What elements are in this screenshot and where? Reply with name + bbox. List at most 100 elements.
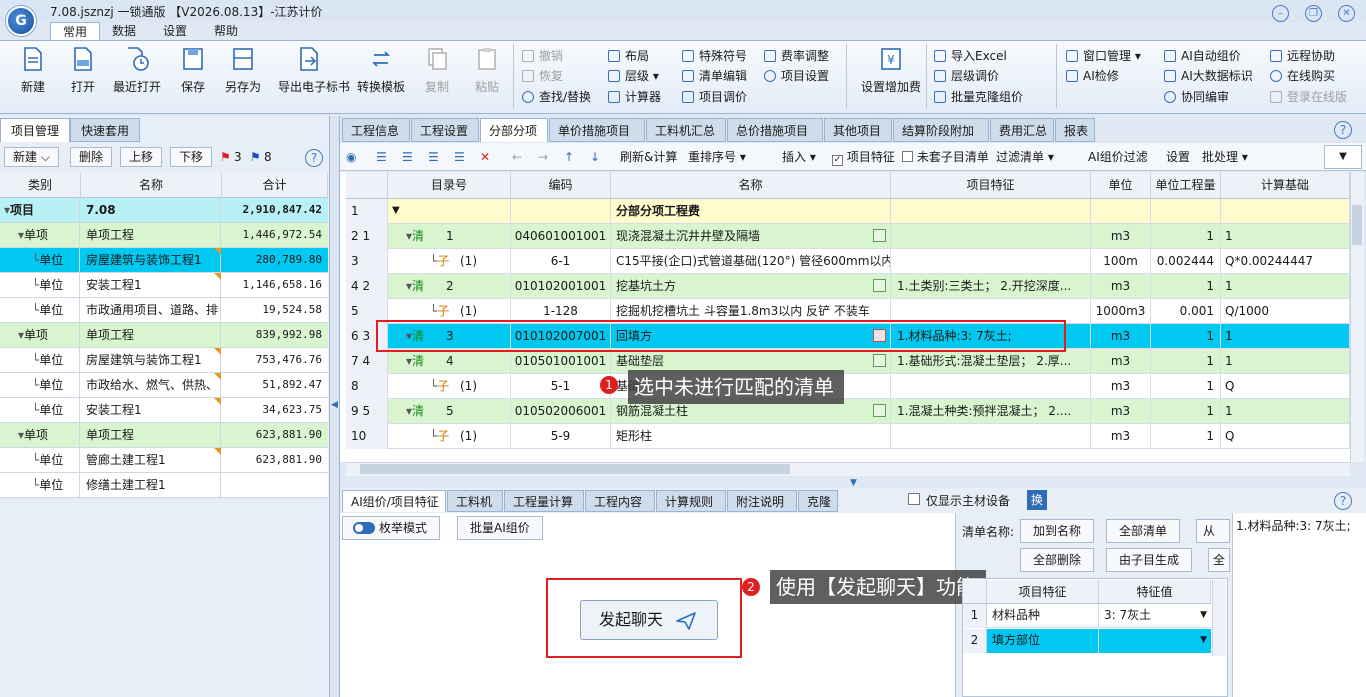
ai-auto-price-button[interactable]: AI自动组价 [1164,47,1241,65]
only-main-material-checkbox[interactable] [908,493,920,505]
main-tab[interactable]: 结算阶段附加 [893,118,989,142]
code-cell[interactable]: 010501001001 [511,349,611,374]
qty-cell[interactable]: 1 [1151,274,1221,299]
calculator-button[interactable]: 计算器 [608,88,661,106]
feature-cell[interactable] [891,424,1091,449]
special-symbol-button[interactable]: 特殊符号 [682,47,747,65]
unit-cell[interactable]: m3 [1091,224,1151,249]
batch-clone-button[interactable]: 批量克隆组价 [934,88,1023,106]
col-header-dir[interactable]: 目录号 [388,172,511,199]
unit-cell[interactable]: m3 [1091,324,1151,349]
col-header-unit[interactable]: 单位 [1091,172,1151,199]
match-status-icon[interactable] [873,404,886,417]
bottom-tab[interactable]: 工程内容 [585,490,655,512]
unit-cell[interactable]: m3 [1091,349,1151,374]
grid-row[interactable]: 9 5 ▾清 5 010502006001 钢筋混凝土柱 1.混凝土种类:预拌混凝土； … [346,399,1350,424]
row-number[interactable]: 4 2 [346,274,388,299]
indent-icon[interactable]: ☰ [376,149,387,165]
menu-tab-common[interactable]: 常用 [50,22,101,40]
row-number[interactable]: 10 [346,424,388,449]
help-icon[interactable]: ? [1334,121,1352,139]
tree-row[interactable]: └单位 市政通用项目、道路、排 19,524.58 [0,298,328,323]
base-cell[interactable]: 1 [1221,224,1350,249]
red-flag-icon[interactable]: ⚑ [220,150,231,164]
qty-cell[interactable]: 0.002444 [1151,249,1221,274]
row-number[interactable]: 1 [346,199,388,224]
col-header-qty[interactable]: 单位工程量 [1151,172,1221,199]
main-tab[interactable]: 单价措施项目 [549,118,645,142]
import-excel-button[interactable]: 导入Excel [934,47,1007,65]
bottom-tab[interactable]: 工料机 [447,490,503,512]
enum-mode-toggle[interactable]: 枚举模式 [342,516,441,540]
base-cell[interactable]: 1 [1221,349,1350,374]
batch-button[interactable]: 批处理 ▾ [1202,149,1248,165]
help-icon[interactable]: ? [305,149,323,167]
qty-cell[interactable]: 1 [1151,324,1221,349]
open-button[interactable]: 打开 [52,46,114,106]
main-tab[interactable]: 工程设置 [411,118,479,142]
code-cell[interactable] [511,199,611,224]
unit-cell[interactable]: m3 [1091,424,1151,449]
bottom-tab[interactable]: AI组价/项目特征 [342,490,446,512]
project-settings-button[interactable]: 项目设置 [764,67,829,85]
name-cell[interactable]: 挖基坑土方 [611,274,891,299]
tree-row[interactable]: ▾单项 单项工程 623,881.90 [0,423,328,448]
refresh-calc-button[interactable]: 刷新&计算 [620,149,677,165]
tree-row[interactable]: └单位 房屋建筑与装饰工程1 753,476.76 [0,348,328,373]
match-status-icon[interactable] [873,279,886,292]
ai-filter-button[interactable]: AI组价过滤 [1088,149,1148,165]
feature-preview-text[interactable]: 1.材料品种:3: 7灰土; [1236,517,1364,534]
feature-cell[interactable]: 1.土类别:三类土； 2.开挖深度... [891,274,1091,299]
code-cell[interactable]: 010502006001 [511,399,611,424]
name-cell[interactable]: 分部分项工程费 [611,199,891,224]
base-cell[interactable]: 1 [1221,399,1350,424]
dir-cell[interactable]: ▼ [388,199,511,224]
tree-row[interactable]: ▾项目 7.08 2,910,847.42 [0,198,328,223]
tree-row[interactable]: └单位 安装工程1 1,146,658.16 [0,273,328,298]
col-header-base[interactable]: 计算基础 [1221,172,1350,199]
qty-cell[interactable]: 1 [1151,399,1221,424]
ai-bigdata-button[interactable]: AI大数据标识 [1164,67,1253,85]
feature-value[interactable]: 3: 7灰土 ▼ [1099,604,1211,628]
feature-row[interactable]: 1 材料品种 3: 7灰土 ▼ [963,604,1211,628]
close-icon[interactable]: ✕ [1338,5,1355,22]
row-number[interactable]: 7 4 [346,349,388,374]
feature-name[interactable]: 填方部位 [987,629,1099,653]
tree-row[interactable]: └单位 修缮土建工程1 [0,473,328,498]
reorder-button[interactable]: 重排序号 ▾ [688,149,746,165]
scroll-thumb[interactable] [1352,205,1362,245]
rate-adjust-button[interactable]: 费率调整 [764,47,829,65]
qty-cell[interactable]: 0.001 [1151,299,1221,324]
col-header-type[interactable]: 类别 [0,173,81,198]
menu-tab-data[interactable]: 数据 [100,22,148,40]
delete-row-icon[interactable]: ✕ [480,149,490,165]
tree-row[interactable]: └单位 市政给水、燃气、供热、 51,892.47 [0,373,328,398]
col-header-code[interactable]: 编码 [511,172,611,199]
level-price-adjust-button[interactable]: 层级调价 [934,67,999,85]
match-status-icon[interactable] [873,354,886,367]
save-as-button[interactable]: 另存为 [212,46,274,106]
recent-open-button[interactable]: 最近打开 [106,46,168,106]
blue-flag-icon[interactable]: ⚑ [250,150,261,164]
bottom-tab[interactable]: 工程量计算 [504,490,584,512]
remote-assist-button[interactable]: 远程协助 [1270,47,1335,65]
dir-cell[interactable]: └子 (1) [388,374,511,399]
left-delete-button[interactable]: 删除 [70,147,113,167]
tree-row[interactable]: └单位 房屋建筑与装饰工程1 280,789.80 [0,248,328,273]
left-move-up-button[interactable]: 上移 [120,147,163,167]
main-tab[interactable]: 费用汇总 [990,118,1054,142]
add-to-name-button[interactable]: 加到名称 [1020,519,1095,543]
tab-project-manage[interactable]: 项目管理 [0,118,71,142]
unit-cell[interactable] [1091,199,1151,224]
eye-icon[interactable]: ◉ [346,149,356,165]
row-number[interactable]: 8 [346,374,388,399]
base-cell[interactable] [1221,199,1350,224]
align-icon[interactable]: ☰ [428,149,439,165]
qty-cell[interactable]: 1 [1151,424,1221,449]
list-icon[interactable]: ☰ [454,149,465,165]
unit-cell[interactable]: 100m [1091,249,1151,274]
ai-check-button[interactable]: AI检修 [1066,67,1119,85]
all-button[interactable]: 全 [1208,548,1230,572]
grid-row[interactable]: 1 ▼ 分部分项工程费 [346,199,1350,224]
base-cell[interactable]: 1 [1221,274,1350,299]
